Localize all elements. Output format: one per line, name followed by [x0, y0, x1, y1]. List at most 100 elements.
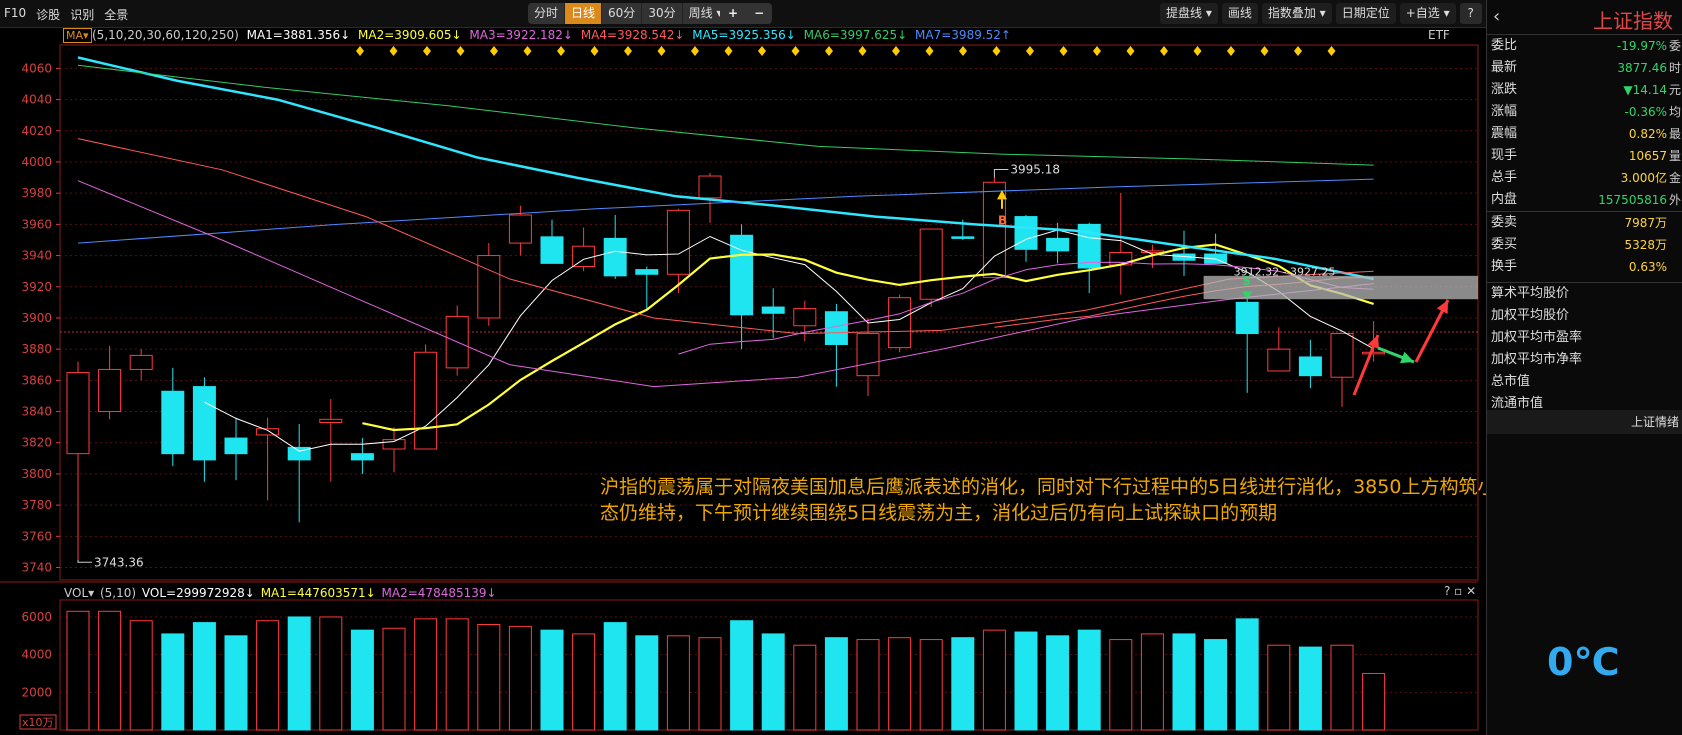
signal-diamond: [959, 46, 967, 56]
quote-row: 现手 10657 量: [1487, 145, 1682, 167]
signal-diamond: [1294, 46, 1302, 56]
vol-ma1-value: MA1=447603571↓: [260, 586, 376, 600]
y-tick-label: 3900: [21, 311, 52, 325]
vol-tick-label: 4000: [21, 648, 52, 662]
quote-value: 0.63%: [1628, 260, 1667, 274]
etf-label[interactable]: ETF: [1428, 28, 1450, 42]
volume-bar: [1172, 633, 1196, 731]
volume-bar: [287, 616, 311, 731]
candle-body: [192, 386, 216, 461]
signal-diamond: [1193, 46, 1202, 56]
quote-value: -0.36%: [1624, 105, 1667, 119]
quote-value: 3.000亿: [1620, 171, 1667, 185]
ma4-value: MA4=3928.542↓: [580, 28, 685, 42]
signal-diamond: [1160, 46, 1168, 56]
signal-diamond: [389, 46, 398, 56]
signal-diamond: [825, 46, 833, 56]
volume-bar: [666, 635, 690, 731]
candle-body: [1298, 356, 1322, 377]
volume-bar: [982, 629, 1006, 731]
volume-bar: [540, 629, 564, 731]
volume-bar: [1330, 644, 1354, 731]
signal-diamond: [1093, 46, 1101, 56]
signal-diamond: [1260, 46, 1269, 56]
signal-diamond: [758, 46, 766, 56]
volume-bar: [1235, 618, 1259, 731]
analysis-annotation: 沪指的震荡属于对隔夜美国加息后鹰派表述的消化，同时对下行过程中的5日线进行消化，…: [600, 476, 1592, 524]
volume-bar: [161, 633, 185, 731]
volume-bar: [98, 610, 122, 731]
ma2-value: MA2=3909.605↓: [358, 28, 462, 42]
volume-bar: [382, 627, 406, 731]
signal-diamond: [356, 46, 364, 56]
signal-diamond: [557, 46, 565, 56]
signal-diamond: [925, 46, 934, 56]
y-tick-label: 3740: [21, 561, 52, 575]
candle-body: [508, 214, 532, 244]
back-icon[interactable]: ‹: [1493, 6, 1500, 27]
quote-aux: 元: [1668, 83, 1681, 97]
candle-body: [540, 236, 564, 264]
quote-row: 换手 0.63%: [1487, 256, 1682, 278]
volume-bar: [730, 620, 754, 731]
candle-body: [319, 418, 343, 423]
volume-bar: [572, 633, 596, 731]
y-tick-label: 4060: [21, 61, 52, 75]
volume-bar: [793, 644, 817, 731]
signal-diamond: [657, 46, 666, 56]
candle-body: [761, 306, 785, 314]
candle-body: [603, 237, 627, 277]
metric-weighted-pb[interactable]: 加权平均市净率: [1487, 349, 1682, 371]
quote-row: 委卖 7987万: [1487, 211, 1682, 234]
candle-body: [666, 209, 690, 275]
ma-dropdown[interactable]: MA▾: [63, 28, 92, 43]
vol-params: (5,10): [99, 586, 137, 600]
candle-body: [98, 368, 122, 413]
metric-weighted-avg[interactable]: 加权平均股价: [1487, 305, 1682, 327]
volume-bar: [477, 623, 501, 731]
sentiment-header[interactable]: 上证情绪: [1487, 410, 1682, 434]
high-label: 3995.18: [1010, 163, 1060, 177]
metric-total-cap[interactable]: 总市值: [1487, 371, 1682, 393]
candle-body: [919, 228, 943, 300]
candle-body: [888, 297, 912, 349]
quote-key: 震幅: [1491, 126, 1518, 141]
y-tick-label: 3820: [21, 436, 52, 450]
low-leader: [77, 559, 92, 563]
candle-body: [1330, 333, 1354, 378]
ma5-line: [204, 229, 1374, 452]
kline-chart[interactable]: 4060 4040 4020 4000 3980 3960 3940 3920 3900 3880…: [0, 0, 1486, 735]
volume-bar: [635, 635, 659, 731]
volume-bar: [1077, 629, 1101, 731]
candle-body: [1362, 351, 1386, 355]
candle-body: [350, 453, 374, 461]
y-tick-label: 3800: [21, 467, 52, 481]
vol-dropdown[interactable]: VOL▾: [64, 586, 94, 600]
quote-key: 委买: [1491, 237, 1518, 252]
volume-bar: [445, 618, 469, 731]
vol-value: VOL=299972928↓: [141, 586, 255, 600]
y-tick-label: 3920: [21, 280, 52, 294]
volume-bar: [919, 639, 943, 731]
signal-diamond: [423, 46, 431, 56]
quote-aux: 最: [1668, 127, 1681, 141]
candle-body: [129, 354, 153, 370]
y-tick-label: 3780: [21, 498, 52, 512]
y-tick-label: 3760: [21, 529, 52, 543]
volume-bar: [508, 625, 532, 731]
metric-arith-avg[interactable]: 算术平均股价: [1487, 283, 1682, 305]
volume-bar: [1140, 633, 1164, 731]
candle-body: [66, 372, 90, 455]
vol-tick-label: 2000: [21, 685, 52, 699]
metric-weighted-pe[interactable]: 加权平均市盈率: [1487, 327, 1682, 349]
y-tick-label: 3960: [21, 217, 52, 231]
volume-panel-controls[interactable]: ? ▫ ✕: [1444, 584, 1476, 598]
candle-body: [951, 236, 975, 239]
volume-bar: [319, 616, 343, 731]
candle-body: [1014, 216, 1038, 250]
volume-bar: [350, 629, 374, 731]
signal-diamond: [523, 46, 532, 56]
signal-diamond: [590, 46, 599, 56]
quote-row: 委买 5328万: [1487, 234, 1682, 256]
volume-bar: [192, 622, 216, 731]
